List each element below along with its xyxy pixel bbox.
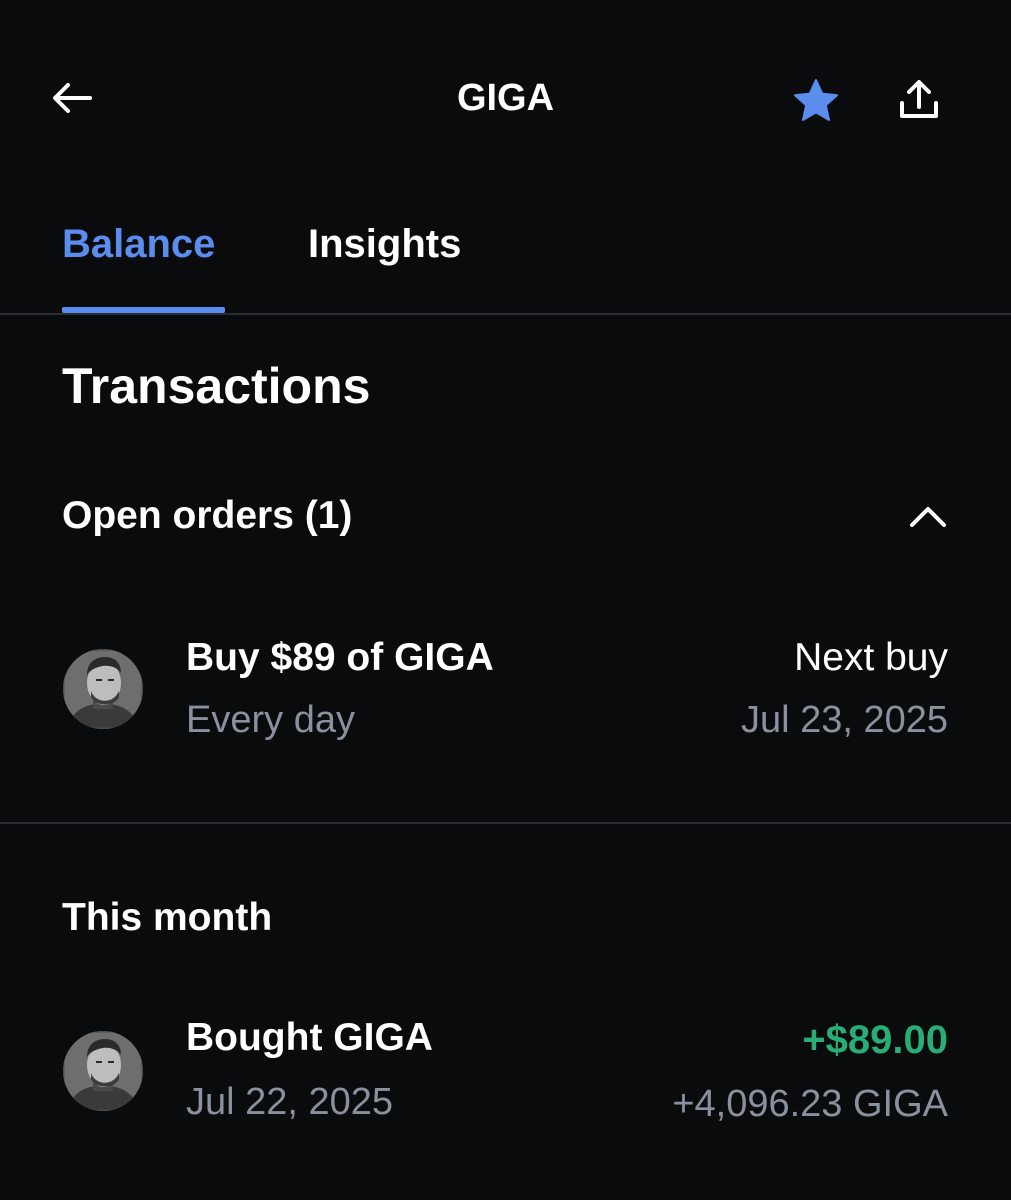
next-buy-date: Jul 23, 2025 (740, 699, 948, 741)
this-month-heading: This month (62, 896, 273, 939)
collapse-open-orders-button[interactable] (900, 490, 956, 542)
chevron-up-icon (910, 507, 946, 527)
giga-token-icon (63, 649, 143, 729)
transaction-title: Bought GIGA (186, 1016, 433, 1059)
tab-insights[interactable]: Insights (308, 214, 461, 274)
star-icon (794, 79, 838, 121)
share-icon (900, 80, 938, 118)
tabs-divider (0, 313, 1011, 315)
avatar (63, 649, 143, 729)
order-frequency: Every day (186, 699, 355, 741)
tab-balance[interactable]: Balance (62, 214, 215, 274)
share-button[interactable] (888, 68, 950, 130)
order-title: Buy $89 of GIGA (186, 636, 494, 679)
transaction-date: Jul 22, 2025 (186, 1081, 394, 1123)
transactions-heading: Transactions (62, 358, 371, 414)
open-orders-heading[interactable]: Open orders (1) (62, 492, 352, 540)
giga-token-icon (63, 1031, 143, 1111)
page-title: GIGA (456, 77, 555, 119)
favorite-button[interactable] (786, 70, 846, 130)
next-buy-label: Next buy (794, 636, 948, 679)
transaction-amount: +$89.00 (802, 1018, 948, 1062)
section-divider (0, 822, 1011, 824)
avatar (63, 1031, 143, 1111)
transaction-quantity: +4,096.23 GIGA (672, 1083, 948, 1125)
